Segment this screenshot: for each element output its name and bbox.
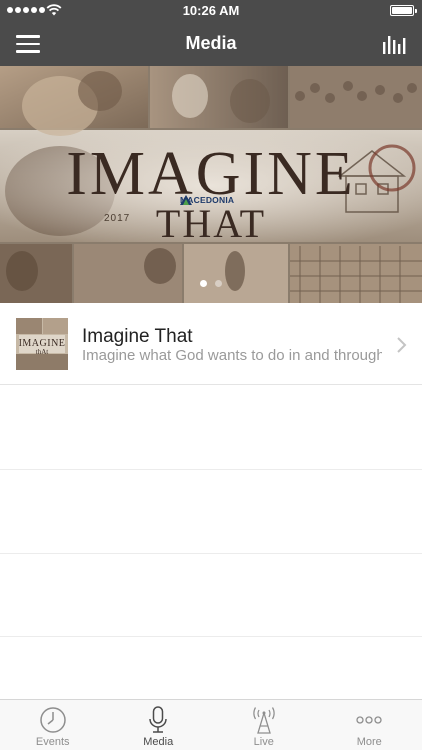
- thumbnail-subtitle: thAt: [35, 348, 49, 356]
- media-item-description: Imagine what God wants to do in and thro…: [82, 347, 382, 364]
- banner-subtitle: THAT: [155, 201, 267, 246]
- tab-label: Media: [143, 736, 174, 748]
- page-dot-1[interactable]: [200, 280, 207, 287]
- list-separator: [0, 636, 422, 637]
- tab-label: Live: [253, 736, 274, 748]
- equalizer-icon[interactable]: [383, 34, 407, 54]
- more-dots-icon: [356, 716, 382, 724]
- tab-live[interactable]: Live: [211, 700, 317, 750]
- broadcast-tower-icon: [253, 707, 275, 734]
- chevron-right-icon: [397, 337, 407, 353]
- clock-icon: [40, 707, 66, 733]
- tab-label: More: [356, 736, 382, 748]
- tab-media[interactable]: Media: [106, 700, 212, 750]
- page-indicator[interactable]: [0, 280, 422, 287]
- tab-more[interactable]: More: [317, 700, 422, 750]
- tab-label: Events: [35, 736, 70, 748]
- media-item-title: Imagine That: [82, 326, 193, 347]
- tab-events[interactable]: Events: [0, 700, 106, 750]
- status-time: 10:26 AM: [182, 3, 240, 18]
- media-thumbnail: IMAGINE thAt: [16, 318, 68, 370]
- media-list-item[interactable]: IMAGINE thAt Imagine That Imagine what G…: [0, 303, 422, 385]
- navigation-bar: Media: [0, 22, 422, 66]
- page-title: Media: [185, 33, 237, 53]
- page-dot-2[interactable]: [215, 280, 222, 287]
- battery-icon: [390, 5, 417, 16]
- banner-title: IMAGINE: [66, 140, 356, 208]
- microphone-icon: [149, 706, 167, 733]
- list-separator: [0, 553, 422, 554]
- list-separator: [0, 469, 422, 470]
- status-bar: 10:26 AM: [0, 0, 422, 22]
- tab-bar: Events Media Live More: [0, 699, 422, 750]
